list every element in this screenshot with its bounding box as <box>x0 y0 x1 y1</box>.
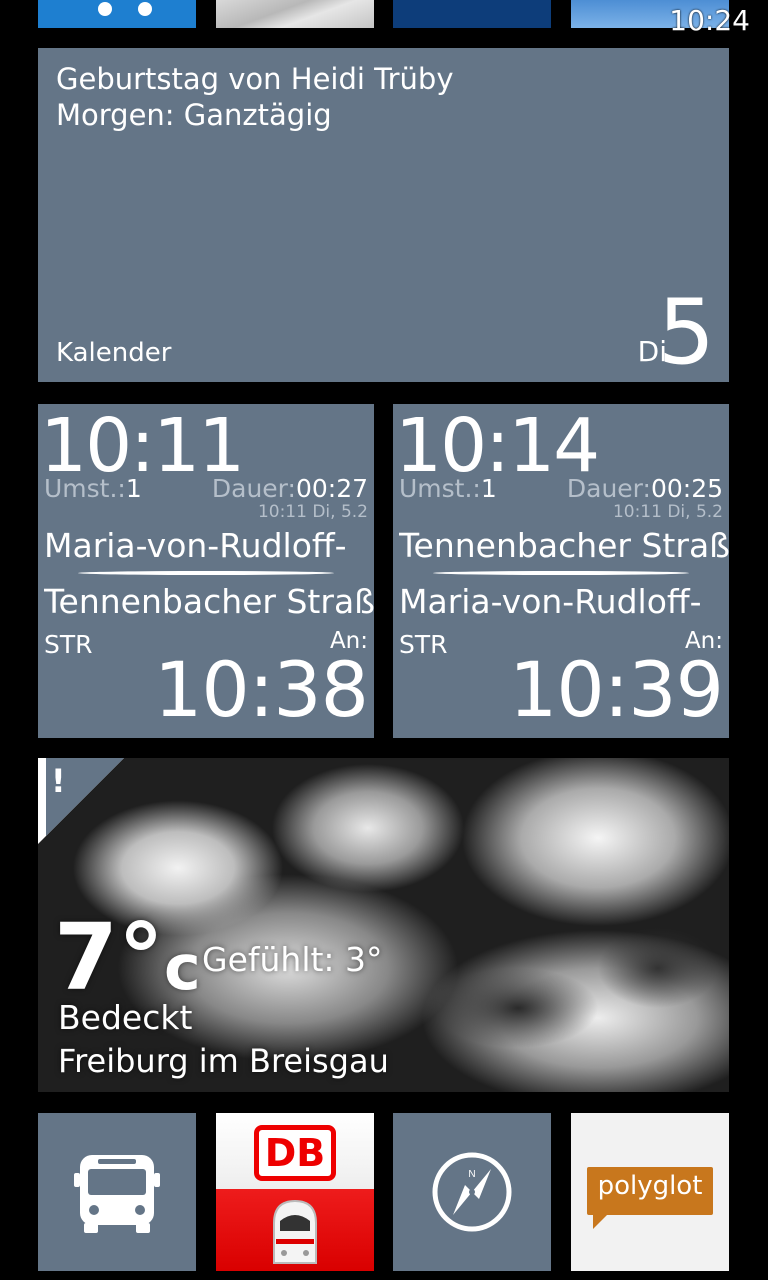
duration: Dauer:00:27 <box>212 474 368 503</box>
duration-label: Dauer: <box>566 474 651 503</box>
route-divider <box>78 571 334 575</box>
transit-connection-tile[interactable]: 10:14 Umst.:1 Dauer:00:25 10:11 Di, 5.2 … <box>393 404 729 738</box>
transfers-value: 1 <box>480 474 497 503</box>
compass-app-tile[interactable]: N <box>393 1113 551 1271</box>
temperature-unit: c <box>164 931 201 1004</box>
calendar-tile[interactable]: Geburtstag von Heidi Trüby Morgen: Ganzt… <box>38 48 729 382</box>
weather-location: Freiburg im Breisgau <box>58 1042 389 1080</box>
speech-bubble-tail <box>593 1215 607 1229</box>
polyglot-app-tile[interactable]: polyglot <box>571 1113 729 1271</box>
duration-value: 00:25 <box>650 474 723 503</box>
polyglot-label: polyglot <box>597 1171 703 1201</box>
top-tile-app-2[interactable] <box>216 0 374 28</box>
query-timestamp: 10:11 Di, 5.2 <box>612 502 723 522</box>
origin-stop: Tennenbacher Straß <box>399 526 729 565</box>
dot-icon <box>98 2 112 16</box>
weather-condition: Bedeckt <box>58 998 193 1037</box>
calendar-event-time: Morgen: Ganztägig <box>56 98 332 132</box>
arrival-time: 10:39 <box>508 645 724 734</box>
transfers-label: Umst.: <box>44 474 126 503</box>
duration-label: Dauer: <box>211 474 296 503</box>
weather-tile[interactable]: ! 7°c Gefühlt: 3° Bedeckt Freiburg im Br… <box>38 758 729 1092</box>
transfers-value: 1 <box>125 474 142 503</box>
transport-mode: STR <box>44 630 93 659</box>
duration: Dauer:00:25 <box>567 474 723 503</box>
transfers: Umst.:1 <box>44 474 142 503</box>
dot-icon <box>138 2 152 16</box>
temperature-value: 7° <box>54 904 165 1011</box>
route-divider <box>433 571 689 575</box>
query-timestamp: 10:11 Di, 5.2 <box>257 502 368 522</box>
transfers: Umst.:1 <box>399 474 497 503</box>
calendar-day-number: 5 <box>657 280 715 382</box>
bus-icon <box>74 1155 160 1233</box>
arrival-time: 10:38 <box>153 645 369 734</box>
destination-stop: Maria-von-Rudloff- <box>399 582 702 621</box>
compass-north-label: N <box>468 1169 475 1180</box>
polyglot-logo: polyglot <box>587 1167 713 1229</box>
duration-value: 00:27 <box>295 474 368 503</box>
top-tile-app-1[interactable] <box>38 0 196 28</box>
transit-connection-tile[interactable]: 10:11 Umst.:1 Dauer:00:27 10:11 Di, 5.2 … <box>38 404 374 738</box>
transport-mode: STR <box>399 630 448 659</box>
top-tile-app-3[interactable] <box>393 0 551 28</box>
origin-stop: Maria-von-Rudloff- <box>44 526 347 565</box>
calendar-app-name: Kalender <box>56 338 172 368</box>
calendar-event-title: Geburtstag von Heidi Trüby <box>56 62 454 96</box>
db-navigator-tile[interactable]: DB <box>216 1113 374 1271</box>
compass-icon: N <box>432 1152 512 1232</box>
weather-alert-icon: ! <box>51 762 66 800</box>
status-clock: 10:24 <box>669 4 750 37</box>
bus-app-tile[interactable] <box>38 1113 196 1271</box>
destination-stop: Tennenbacher Straß <box>44 582 374 621</box>
train-icon <box>273 1199 317 1264</box>
weather-feels-like: Gefühlt: 3° <box>202 940 383 979</box>
transfers-label: Umst.: <box>399 474 481 503</box>
